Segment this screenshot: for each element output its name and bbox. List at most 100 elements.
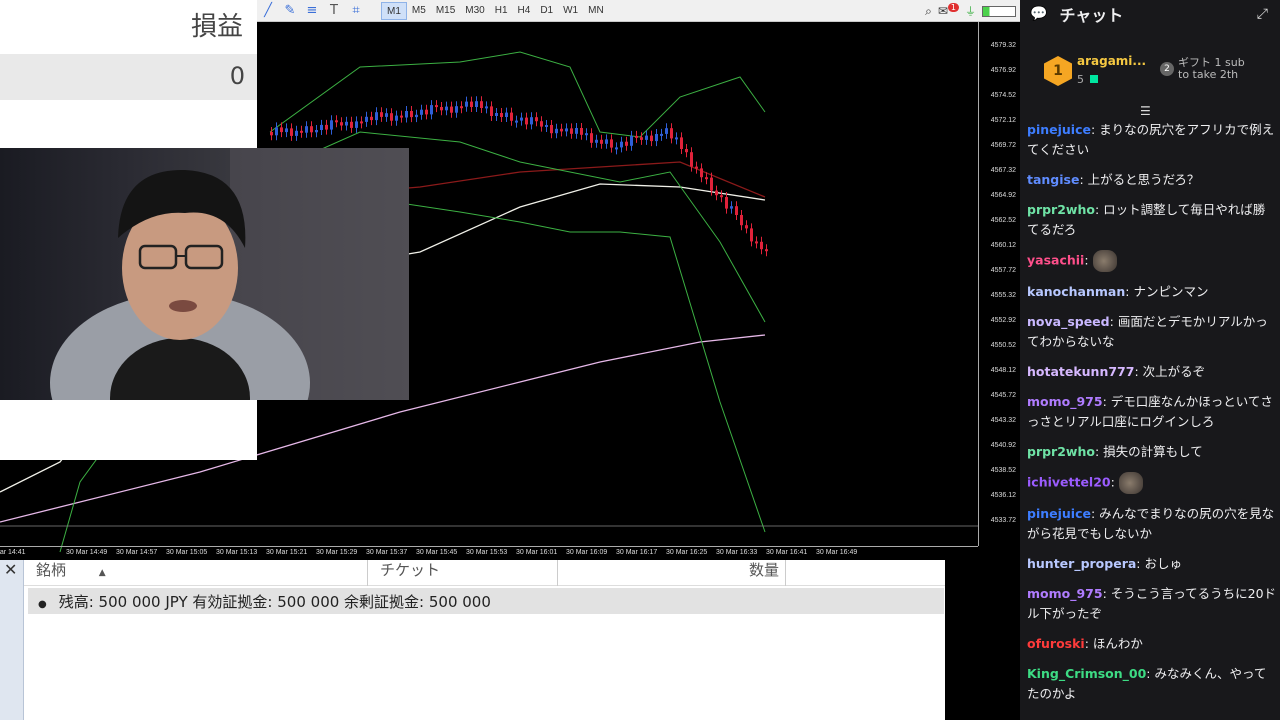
pl-panel-bottom (0, 400, 257, 460)
timeframe-m30-button[interactable]: M30 (460, 2, 489, 20)
candle-body (640, 137, 643, 140)
shapes-icon[interactable]: ⌗ (345, 0, 367, 22)
chat-messages: pinejuice: まりなの尻穴をアフリカで例えてください tangise: 上… (1027, 120, 1277, 714)
bullet-icon: ● (38, 599, 47, 610)
candle-body (735, 206, 738, 215)
streamer-image (50, 148, 409, 400)
candle-body (455, 106, 458, 113)
timeframe-h1-button[interactable]: H1 (490, 2, 513, 20)
price-tick-label: 4567.32 (990, 167, 1016, 174)
candle-body (720, 195, 723, 198)
text-icon[interactable]: T (323, 0, 345, 22)
channel-icon[interactable]: ≡ (301, 0, 323, 22)
chat-username[interactable]: prpr2who (1027, 444, 1095, 459)
chat-username[interactable]: ichivettel20 (1027, 475, 1111, 490)
rank-2-badge: 2 (1160, 62, 1174, 76)
signal-icon: ⏚ (965, 5, 976, 18)
chat-username[interactable]: pinejuice (1027, 506, 1091, 521)
timeframe-mn-button[interactable]: MN (583, 2, 609, 20)
chat-message[interactable]: pinejuice: みんなでまりなの尻の穴を見ながら花見でもしないか (1027, 504, 1277, 544)
chat-message[interactable]: prpr2who: ロット調整して毎日やれば勝てるだろ (1027, 200, 1277, 240)
chat-username[interactable]: hotatekunn777 (1027, 364, 1134, 379)
chat-message[interactable]: tangise: 上がると思うだろ？ (1027, 170, 1277, 190)
chat-message[interactable]: momo_975: そうこう言ってるうちに20ドル下がったぞ (1027, 584, 1277, 624)
time-tick-label: 30 Mar 16:25 (666, 549, 708, 556)
timeframe-d1-button[interactable]: D1 (535, 2, 558, 20)
candle-body (675, 137, 678, 140)
candle-body (480, 101, 483, 108)
close-icon[interactable]: ✕ (4, 560, 17, 579)
notification-icon[interactable]: ✉ (938, 4, 948, 18)
chart-toolbar: ╱ ✎ ≡ T ⌗ M1 M5 M15 M30 H1 H4 D1 W1 MN ⌕ ✉ 1 ⏚ (257, 0, 1020, 22)
chat-message[interactable]: kanochanman: ナンピンマン (1027, 282, 1277, 302)
candle-body (630, 135, 633, 146)
candle-body (755, 241, 758, 244)
popout-icon[interactable]: ⤢ (1257, 6, 1268, 22)
candle-body (615, 147, 618, 150)
chat-username[interactable]: tangise (1027, 172, 1079, 187)
chat-username[interactable]: pinejuice (1027, 122, 1091, 137)
search-icon[interactable]: ⌕ (925, 4, 932, 19)
gift-leaderboard[interactable]: 1 aragami... 5 2 ギフト 1 sub to take 2th (1020, 46, 1280, 102)
trend-line-icon[interactable]: ╱ (257, 0, 279, 22)
price-axis: 4579.32 4576.92 4574.52 4572.12 4569.72 4567.… (978, 22, 1020, 546)
candle-body (365, 116, 368, 122)
candle-body (710, 177, 713, 191)
candle-body (540, 121, 543, 127)
chat-username[interactable]: kanochanman (1027, 284, 1125, 299)
candle-body (275, 127, 278, 136)
candle-body (530, 117, 533, 125)
emote-icon (1092, 250, 1117, 272)
timeframe-h4-button[interactable]: H4 (513, 2, 536, 20)
chat-username[interactable]: momo_975 (1027, 394, 1103, 409)
candle-body (555, 128, 558, 134)
chat-username[interactable]: prpr2who (1027, 202, 1095, 217)
chat-message[interactable]: ofuroski: ほんわか (1027, 634, 1277, 654)
chat-message[interactable]: yasachii: (1027, 250, 1277, 272)
timeframe-m5-button[interactable]: M5 (407, 2, 431, 20)
col-ticket-header[interactable]: チケット (368, 560, 558, 586)
chat-message[interactable]: pinejuice: まりなの尻穴をアフリカで例えてください (1027, 120, 1277, 160)
scroll-down-icon[interactable]: ☰ (1140, 104, 1151, 118)
col-volume-header[interactable]: 数量 (558, 560, 786, 586)
candle-body (525, 117, 528, 125)
candle-body (360, 121, 363, 124)
chat-message[interactable]: nova_speed: 画面だとデモかリアルかってわからないな (1027, 312, 1277, 352)
candle-body (550, 125, 553, 134)
col-symbol-header[interactable]: 銘柄 ▲ (24, 560, 368, 586)
candle-body (740, 215, 743, 226)
chat-text: 次上がるぞ (1142, 364, 1206, 379)
chat-message[interactable]: momo_975: デモ口座なんかほっといてさっさとリアル口座にログインしろ (1027, 392, 1277, 432)
candle-body (470, 101, 473, 107)
chat-username[interactable]: momo_975 (1027, 586, 1103, 601)
chat-message[interactable]: ichivettel20: (1027, 472, 1277, 494)
timeframe-w1-button[interactable]: W1 (558, 2, 583, 20)
candle-body (575, 128, 578, 134)
chat-message[interactable]: prpr2who: 損失の計算もして (1027, 442, 1277, 462)
chat-header: 💬 チャット ⤢ (1020, 0, 1280, 28)
timeframe-m1-button[interactable]: M1 (381, 1, 407, 20)
chat-username[interactable]: ofuroski (1027, 636, 1085, 651)
candle-body (485, 106, 488, 109)
chat-username[interactable]: nova_speed (1027, 314, 1110, 329)
chat-username[interactable]: hunter_propera (1027, 556, 1136, 571)
candle-body (450, 106, 453, 113)
chat-message[interactable]: King_Crimson_00: みなみくん、やってたのかよ (1027, 664, 1277, 704)
chat-username[interactable]: yasachii (1027, 253, 1084, 268)
candle-body (280, 127, 283, 133)
chat-text: おしゅ (1144, 556, 1182, 571)
pen-icon[interactable]: ✎ (279, 0, 301, 22)
candle-body (375, 112, 378, 121)
chat-text: 上がると思うだろ？ (1087, 172, 1200, 187)
candle-body (445, 106, 448, 111)
candle-body (370, 116, 373, 121)
candle-body (610, 139, 613, 148)
chat-username[interactable]: King_Crimson_00 (1027, 666, 1146, 681)
timeframe-m15-button[interactable]: M15 (431, 2, 460, 20)
chat-message[interactable]: hotatekunn777: 次上がるぞ (1027, 362, 1277, 382)
emote-icon (1118, 472, 1143, 494)
candle-body (420, 109, 423, 115)
candle-body (600, 139, 603, 144)
account-summary-row[interactable]: ● 残高: 500 000 JPY 有効証拠金: 500 000 余剰証拠金: 5… (28, 588, 944, 614)
chat-message[interactable]: hunter_propera: おしゅ (1027, 554, 1277, 574)
